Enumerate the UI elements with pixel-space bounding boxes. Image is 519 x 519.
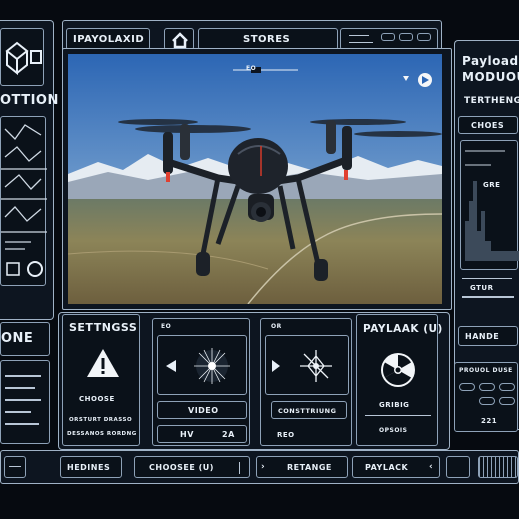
list-line <box>5 399 41 401</box>
right-subtitle: TERTHENG <box>464 96 519 106</box>
paylack-label: PAYLACK <box>365 463 409 472</box>
toggle-3[interactable] <box>417 33 431 41</box>
settings-title: SETTNGSS <box>69 321 138 334</box>
caret-divider <box>239 462 240 474</box>
choose-dropdown[interactable]: CHOOSEE (U) <box>134 456 250 478</box>
list-line <box>5 387 35 389</box>
compass-top-label: OR <box>271 323 282 330</box>
choices-label: CHOES <box>471 121 505 130</box>
home-button[interactable] <box>164 28 194 50</box>
payload-title: PAYLAAK (U) <box>363 323 443 335</box>
mini-toggle-1[interactable] <box>459 383 475 391</box>
hedines-tab[interactable]: HEDINES <box>60 456 122 478</box>
right-title-line1: Payload <box>462 54 519 68</box>
reo-label: REO <box>277 431 295 439</box>
hv-box[interactable]: HV 2A <box>157 425 247 443</box>
compass-panel: OR CONSTTRIUNG REO <box>260 318 352 446</box>
toggle-1[interactable] <box>381 33 395 41</box>
list-line <box>5 375 41 377</box>
play-right-icon[interactable] <box>270 358 282 374</box>
hedines-label: HEDINES <box>67 463 111 472</box>
paylack-tab[interactable]: PAYLACK ‹ <box>352 456 440 478</box>
constr-box[interactable]: CONSTTRIUNG <box>271 401 347 419</box>
payload-sub: OPSOIS <box>379 427 408 434</box>
aircraft-icon <box>300 350 332 382</box>
video-preview[interactable] <box>157 335 247 395</box>
top-right-controls <box>340 28 438 50</box>
right-graph: GRE <box>460 140 519 270</box>
drone-camera-view <box>68 54 442 304</box>
chevron-left-icon: ‹ <box>429 462 434 472</box>
bottom-right-icon[interactable] <box>446 456 470 478</box>
radiation-icon <box>381 353 415 387</box>
payload-label: GRIBIG <box>379 401 410 409</box>
retange-tab[interactable]: › RETANGE <box>256 456 348 478</box>
chevron-right-icon: › <box>261 462 266 472</box>
field-label: GTUR <box>470 284 494 292</box>
left-grid <box>0 116 47 286</box>
video-label: VIDEO <box>188 406 219 415</box>
stores-tab[interactable]: STORES <box>198 28 338 50</box>
hud-label: EO <box>246 65 257 72</box>
choices-button[interactable]: CHOES <box>458 116 518 134</box>
video-panel: EO VIDEO HV 2A <box>152 318 250 446</box>
mini-line <box>349 42 373 43</box>
right-divider <box>462 278 512 279</box>
retange-label: RETANGE <box>287 463 332 472</box>
cube-card[interactable] <box>0 28 44 86</box>
bars-icon <box>9 466 21 467</box>
mini-toggle-2[interactable] <box>479 383 495 391</box>
mini-line <box>349 35 369 36</box>
payload-divider <box>365 415 431 416</box>
mini-toggle-4[interactable] <box>479 397 495 405</box>
settings-panel: SETTNGSS CHOOSE ORSTURT DRASSO DESSANOS … <box>62 314 140 446</box>
warning-icon <box>87 349 119 377</box>
left-bottom-card[interactable]: ONE <box>0 322 50 356</box>
graph-label: GRE <box>483 181 501 189</box>
burst-icon <box>194 348 230 384</box>
list-line <box>5 423 39 425</box>
app-tag-box[interactable]: IPAYOLAXID <box>66 28 150 50</box>
mini-title: PROUOL DUSE <box>459 367 513 374</box>
stores-label: STORES <box>243 34 291 45</box>
histogram-chart <box>465 150 519 261</box>
right-title-line2: MODUOU <box>462 70 519 84</box>
mini-toggle-5[interactable] <box>499 397 515 405</box>
left-panel-title: OTTION <box>0 93 59 108</box>
slider-track[interactable] <box>462 296 514 298</box>
toggle-2[interactable] <box>399 33 413 41</box>
choose-label: CHOOSE <box>79 395 115 403</box>
hv-right: 2A <box>222 430 235 439</box>
video-label-box[interactable]: VIDEO <box>157 401 247 419</box>
hv-left: HV <box>180 430 194 439</box>
mini-settings-card: PROUOL DUSE 221 <box>454 362 518 432</box>
choose-label-bottom: CHOOSEE (U) <box>149 463 214 472</box>
handle-button[interactable]: HANDE <box>458 326 518 346</box>
play-left-icon[interactable] <box>164 358 178 374</box>
app-tag: IPAYOLAXID <box>73 34 145 45</box>
cube-icon <box>5 41 42 76</box>
payload-panel: PAYLAAK (U) GRIBIG OPSOIS <box>356 314 442 446</box>
left-list <box>0 360 50 444</box>
camera-feed: EO <box>68 54 442 304</box>
list-line <box>5 411 31 413</box>
mini-footer: 221 <box>481 417 498 425</box>
handle-label: HANDE <box>465 332 500 341</box>
settings-line1: ORSTURT DRASSO <box>69 417 133 423</box>
compass-preview[interactable] <box>265 335 349 395</box>
left-bottom-label: ONE <box>1 331 34 346</box>
constr-label: CONSTTRIUNG <box>278 407 337 415</box>
chart-lines-icon <box>1 124 47 277</box>
mini-toggle-3[interactable] <box>499 383 515 391</box>
bottom-right-grid <box>478 456 518 478</box>
settings-line2: DESSANOS RORDNG <box>67 431 137 437</box>
video-top-label: EO <box>161 323 172 330</box>
bottom-left-icon[interactable] <box>4 456 26 478</box>
